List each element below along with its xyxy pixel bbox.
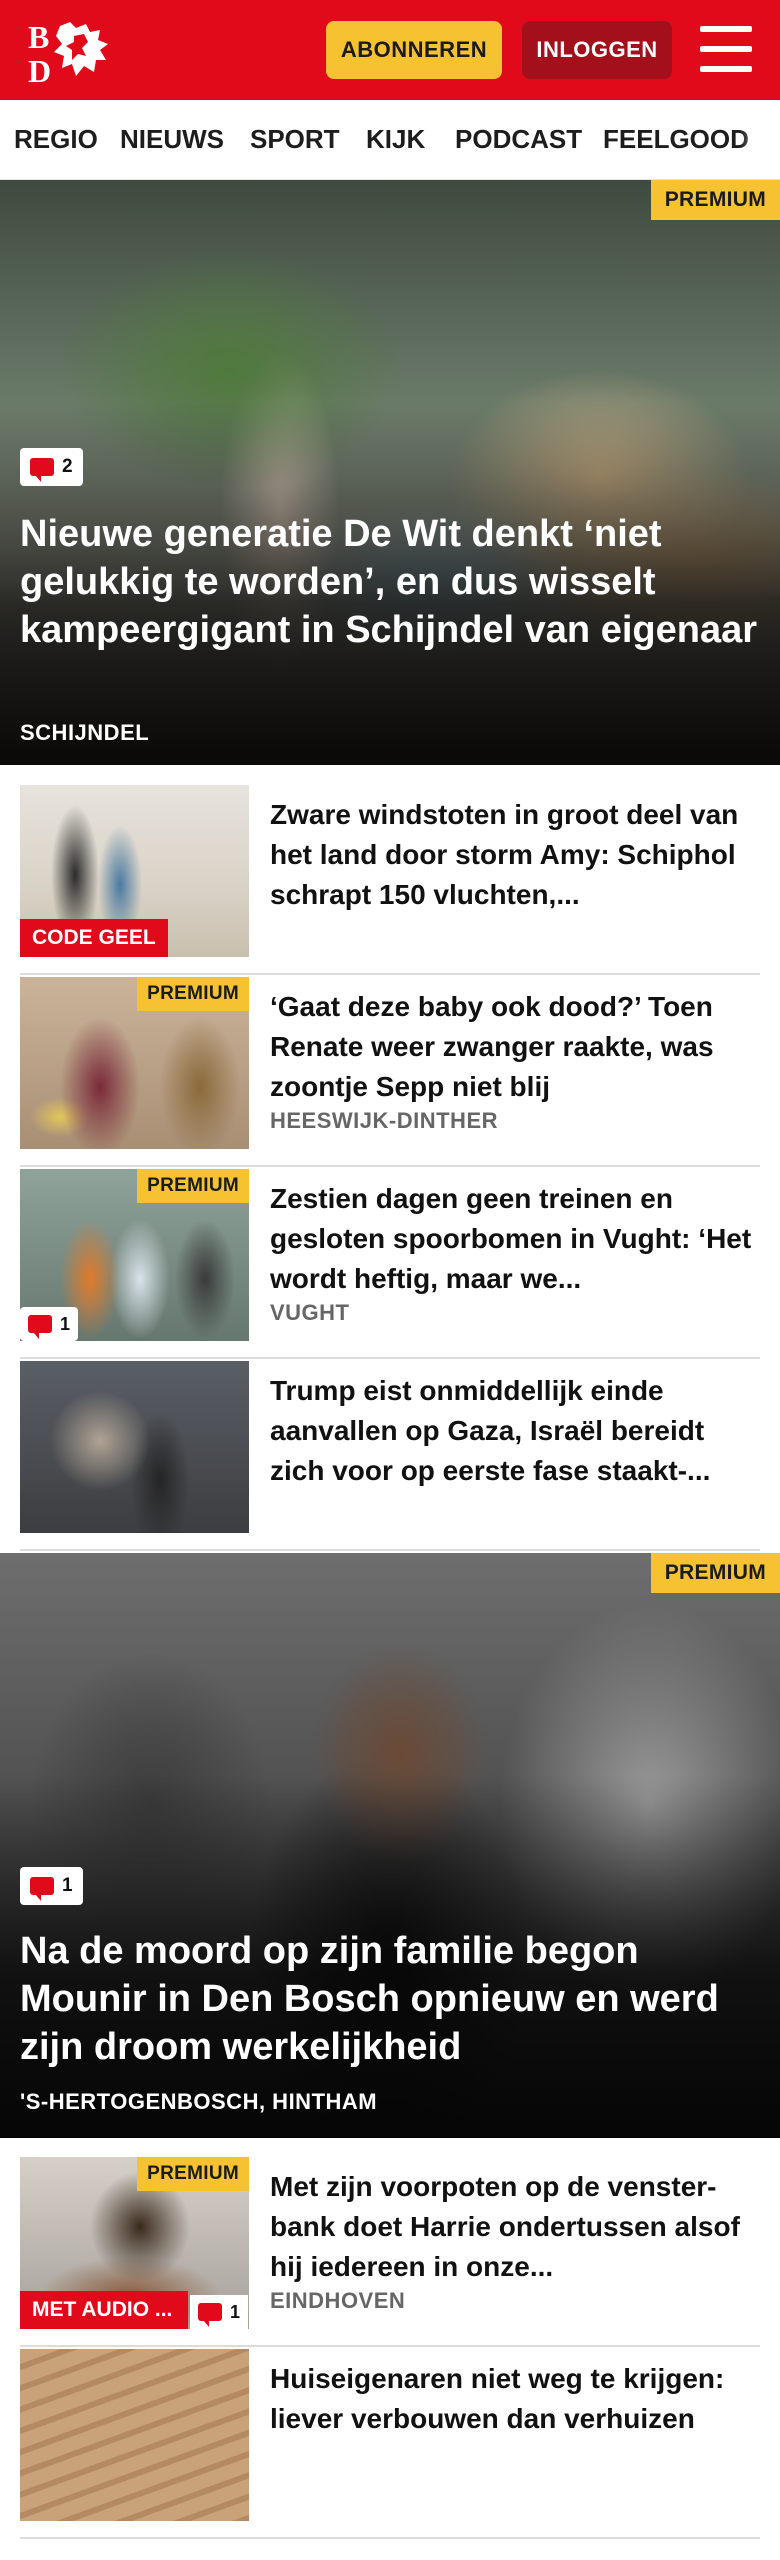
article-title[interactable]: ‘Gaat deze baby ook dood?’ Toen Renate w… [270, 987, 760, 1107]
comment-count: 1 [62, 1875, 73, 1896]
list-item[interactable]: PREMIUM MET AUDIO ... 1 Met zijn voorpot… [20, 2157, 760, 2347]
premium-badge: PREMIUM [137, 977, 249, 1011]
article-location: EINDHOVEN [270, 2288, 406, 2313]
list-item[interactable]: PREMIUM ‘Gaat deze baby ook dood?’ Toen … [20, 977, 760, 1167]
article-location: VUGHT [270, 1300, 350, 1325]
comment-icon [198, 2303, 222, 2327]
comment-count-badge[interactable]: 1 [190, 2295, 249, 2329]
logo-letter-b: B [28, 19, 49, 55]
list-item[interactable]: Huiseigenaren niet weg te krijgen: lieve… [20, 2349, 760, 2539]
nav-item-podcast[interactable]: PODCAST [455, 124, 582, 155]
comment-count-badge[interactable]: 1 [20, 1307, 79, 1341]
nav-item-regio[interactable]: REGIO [14, 124, 98, 155]
menu-icon[interactable] [700, 26, 752, 72]
subscribe-button[interactable]: ABONNEREN [326, 21, 502, 79]
nav-item-sport[interactable]: SPORT [250, 124, 340, 155]
nav-item-kijk[interactable]: KIJK [366, 124, 425, 155]
logo-letter-d: D [28, 53, 51, 84]
article-location: HEESWIJK-DINTHER [270, 1108, 499, 1133]
hero-location: SCHIJNDEL [20, 720, 150, 745]
premium-badge: PREMIUM [137, 1169, 249, 1203]
article-thumbnail [20, 2349, 249, 2521]
list-item[interactable]: CODE GEEL Zware windstoten in groot deel… [20, 785, 760, 975]
article-title[interactable]: Zware windstoten in groot deel van het l… [270, 795, 760, 915]
comment-count-badge[interactable]: 2 [20, 448, 83, 486]
nav-scroll-fade [740, 100, 780, 179]
premium-badge: PREMIUM [137, 2157, 249, 2191]
comment-count-badge[interactable]: 1 [20, 1867, 83, 1905]
article-thumbnail: PREMIUM 1 [20, 1169, 249, 1341]
bd-logo[interactable]: B D [26, 18, 116, 84]
list-item[interactable]: PREMIUM 1 Zestien dagen geen treinen en … [20, 1169, 760, 1359]
nav-item-nieuws[interactable]: NIEUWS [120, 124, 224, 155]
comment-icon [30, 458, 54, 482]
comment-icon [30, 1877, 54, 1901]
section-nav: REGIO NIEUWS SPORT KIJK PODCAST FEELGOOD [0, 100, 780, 180]
top-bar: B D ABONNEREN INLOGGEN [0, 0, 780, 100]
hero-title[interactable]: Na de moord op zijn familie begon Mounir… [20, 1927, 760, 2071]
list-item[interactable]: Trump eist onmiddellijk einde aanvallen … [20, 1361, 760, 1551]
hero-title[interactable]: Nieuwe generatie De Wit denkt ‘niet gelu… [20, 510, 760, 654]
hero-location: 'S-HERTOGENBOSCH, HINTHAM [20, 2089, 378, 2114]
audio-label[interactable]: MET AUDIO ... [20, 2291, 188, 2329]
hero-article[interactable]: PREMIUM 2 Nieuwe generatie De Wit denkt … [0, 180, 780, 765]
hero-article[interactable]: PREMIUM 1 Na de moord op zijn familie be… [0, 1553, 780, 2138]
article-thumbnail: PREMIUM MET AUDIO ... 1 [20, 2157, 249, 2329]
nav-item-feelgood[interactable]: FEELGOOD [603, 124, 749, 155]
article-title[interactable]: Trump eist onmiddellijk einde aanvallen … [270, 1371, 760, 1491]
article-title[interactable]: Huiseigenaren niet weg te krijgen: lieve… [270, 2359, 760, 2439]
comment-count: 1 [60, 1313, 71, 1334]
article-thumbnail [20, 1361, 249, 1533]
article-title[interactable]: Zestien dagen geen treinen en gesloten s… [270, 1179, 760, 1299]
article-thumbnail: CODE GEEL [20, 785, 249, 957]
comment-count: 1 [230, 2301, 241, 2322]
premium-badge: PREMIUM [650, 1553, 780, 1593]
article-title[interactable]: Met zijn voorpoten op de venster-bank do… [270, 2167, 760, 2287]
thumbnail-image-gaza [20, 1361, 249, 1533]
article-thumbnail: PREMIUM [20, 977, 249, 1149]
comment-count: 2 [62, 456, 73, 477]
thumbnail-image-stairs [20, 2349, 249, 2521]
code-geel-label: CODE GEEL [20, 919, 168, 957]
login-button[interactable]: INLOGGEN [522, 21, 672, 79]
premium-badge: PREMIUM [650, 180, 780, 220]
comment-icon [28, 1315, 52, 1339]
